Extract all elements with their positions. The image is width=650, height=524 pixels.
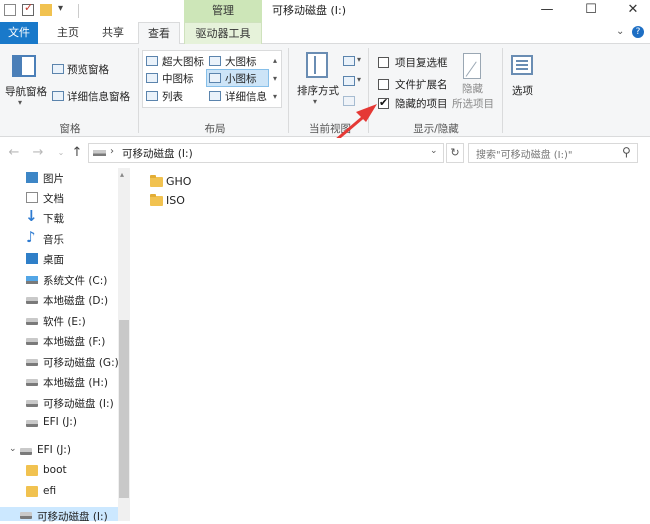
folder-icon — [150, 175, 163, 187]
nav-item-efi[interactable]: efi — [0, 482, 118, 502]
back-icon[interactable]: ← — [5, 144, 23, 162]
drive-icon — [26, 379, 38, 386]
refresh-icon[interactable]: ↻ — [446, 143, 464, 163]
drive-icon — [26, 297, 38, 304]
nav-item-drive-e[interactable]: 软件 (E:) — [0, 311, 118, 331]
drive-icon — [26, 400, 38, 407]
nav-item-removable-i-selected[interactable]: 可移动磁盘 (I:) — [0, 507, 118, 523]
folder-icon — [26, 465, 38, 476]
drive-icon — [20, 448, 32, 455]
nav-item-drive-f[interactable]: 本地磁盘 (F:) — [0, 331, 118, 351]
drive-icon — [26, 420, 38, 427]
scroll-up-icon[interactable]: ▴ — [120, 170, 124, 179]
search-icon[interactable]: ⚲ — [622, 145, 631, 159]
nav-item-efi-root[interactable]: ⌄ EFI (J:) — [0, 441, 118, 461]
nav-item-drive-h[interactable]: 本地磁盘 (H:) — [0, 372, 118, 392]
nav-item-documents[interactable]: 文档 — [0, 188, 118, 208]
list-item-folder[interactable]: ISO — [150, 193, 210, 211]
nav-item-drive-g[interactable]: 可移动磁盘 (G:) — [0, 352, 119, 372]
drive-icon — [26, 318, 38, 325]
nav-item-drive-j[interactable]: EFI (J:) — [0, 413, 118, 433]
search-placeholder: 搜索"可移动磁盘 (I:)" — [476, 150, 573, 161]
nav-scrollbar-thumb[interactable] — [119, 320, 129, 498]
up-icon[interactable]: ↑ — [68, 144, 86, 162]
drive-icon — [26, 338, 38, 345]
desktop-icon — [26, 253, 38, 264]
address-dropdown-icon[interactable]: ⌄ — [430, 146, 438, 156]
drive-icon — [26, 359, 38, 366]
nav-item-pictures[interactable]: 图片 — [0, 168, 118, 188]
nav-item-drive-d[interactable]: 本地磁盘 (D:) — [0, 290, 118, 310]
drive-icon — [93, 150, 106, 156]
nav-item-music[interactable]: 音乐 — [0, 228, 118, 249]
nav-item-drive-i[interactable]: 可移动磁盘 (I:) — [0, 393, 118, 413]
breadcrumb-chevron-icon: › — [110, 146, 114, 157]
document-icon — [26, 192, 38, 203]
drive-icon — [20, 512, 32, 519]
nav-item-desktop[interactable]: 桌面 — [0, 249, 118, 269]
nav-item-drive-c[interactable]: 系统文件 (C:) — [0, 270, 118, 290]
list-item-folder[interactable]: GHO — [150, 174, 210, 192]
image-icon — [26, 172, 38, 183]
music-icon — [26, 228, 38, 246]
folder-icon — [150, 194, 163, 206]
expand-chevron-icon[interactable]: ⌄ — [9, 444, 17, 454]
nav-item-downloads[interactable]: 下载 — [0, 207, 118, 228]
nav-item-boot[interactable]: boot — [0, 461, 118, 481]
system-drive-icon — [26, 276, 38, 284]
folder-icon — [26, 486, 38, 497]
download-icon — [25, 207, 38, 225]
breadcrumb-current[interactable]: 可移动磁盘 (I:) — [122, 146, 193, 161]
forward-icon[interactable]: → — [29, 144, 47, 162]
